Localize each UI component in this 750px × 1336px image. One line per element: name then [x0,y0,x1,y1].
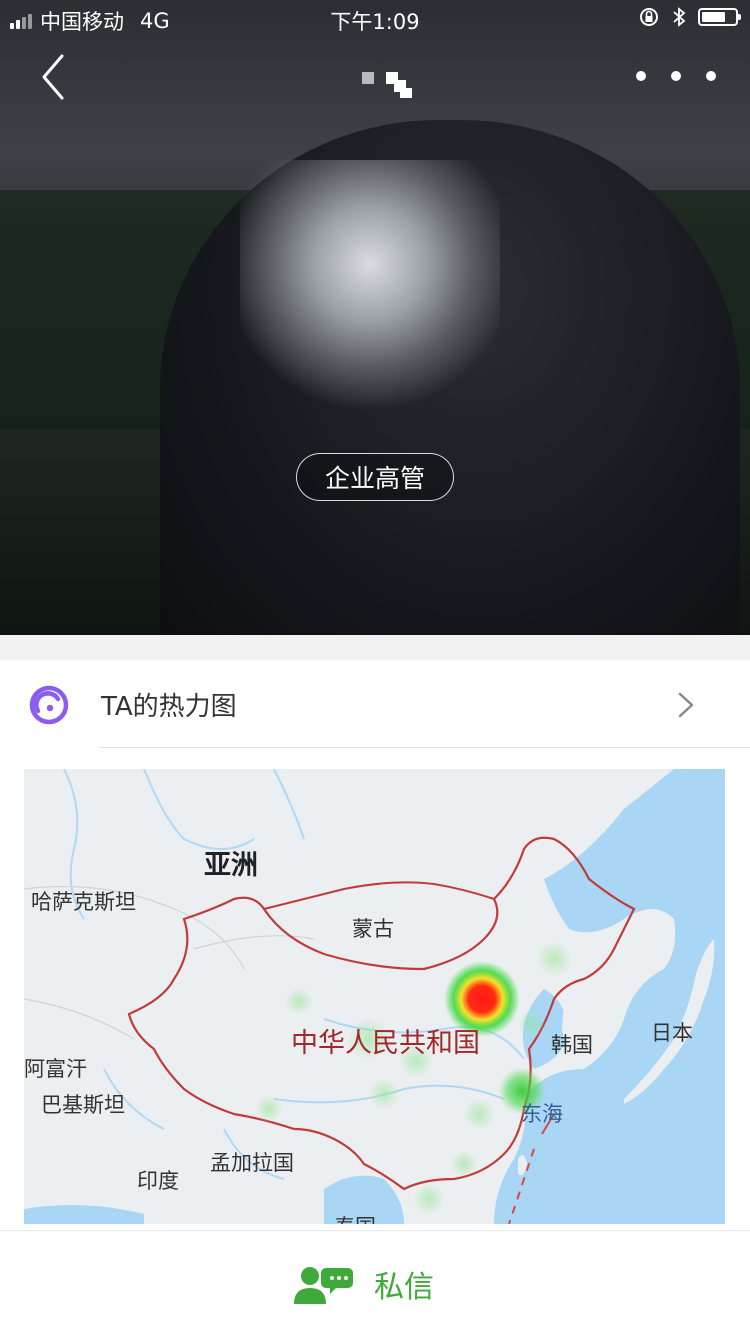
map-label-mongolia: 蒙古 [352,917,394,941]
rotation-lock-icon [640,8,658,26]
profile-cover: 中国移动 4G 下午1:09 企业高管 [0,0,750,635]
heatmap-card-title: TA的热力图 [101,692,237,722]
more-icon[interactable] [636,64,716,88]
heatmap-icon [29,685,69,725]
heatmap-hotspot [368,1078,400,1110]
cover-blurred-face [240,160,500,420]
map-label-afghanistan: 阿富汗 [24,1057,87,1081]
blurred-name [360,70,416,100]
map-label-india: 印度 [137,1169,179,1193]
map-label-pakistan: 巴基斯坦 [41,1093,125,1117]
heatmap-hotspot [255,1095,283,1123]
private-message-label: 私信 [374,1270,434,1305]
message-user-icon [294,1267,353,1304]
map-label-china: 中华人民共和国 [291,1028,480,1059]
back-icon[interactable] [32,50,76,104]
heatmap-hotspot [450,1150,478,1178]
chevron-right-icon [678,692,694,718]
heatmap-hotspot [463,1098,495,1130]
heatmap-hotspot [518,1010,546,1038]
map-label-korea: 韩国 [551,1033,593,1057]
heatmap-map[interactable]: 亚洲 哈萨克斯坦 蒙古 中华人民共和国 韩国 日本 阿富汗 巴基斯坦 印度 孟加… [24,769,725,1224]
map-label-thailand: 泰国 [334,1211,376,1224]
map-label-kazakhstan: 哈萨克斯坦 [31,890,136,914]
private-message-button[interactable]: 私信 [290,1259,434,1309]
battery-icon [698,8,741,26]
heatmap-card-header[interactable]: TA的热力图 [0,660,750,748]
header-divider [100,747,750,748]
heatmap-card: TA的热力图 亚洲 哈萨克斯坦 蒙古 中华人民共和国 韩国 日本 阿富汗 巴基斯… [0,660,750,1230]
heatmap-hotspot [285,987,313,1015]
map-label-japan: 日本 [651,1021,693,1045]
heatmap-hotspot [536,941,572,977]
role-tag: 企业高管 [296,453,454,501]
status-right [638,6,741,28]
map-label-bangladesh: 孟加拉国 [210,1151,294,1175]
map-label-east-sea: 东海 [521,1102,563,1126]
map-canvas [24,769,725,1224]
map-label-asia: 亚洲 [204,850,258,881]
heatmap-hotspot [413,1183,445,1215]
status-bar: 中国移动 4G 下午1:09 [0,0,750,40]
bluetooth-icon [673,7,686,27]
bottom-action-bar: 私信 [0,1230,750,1336]
